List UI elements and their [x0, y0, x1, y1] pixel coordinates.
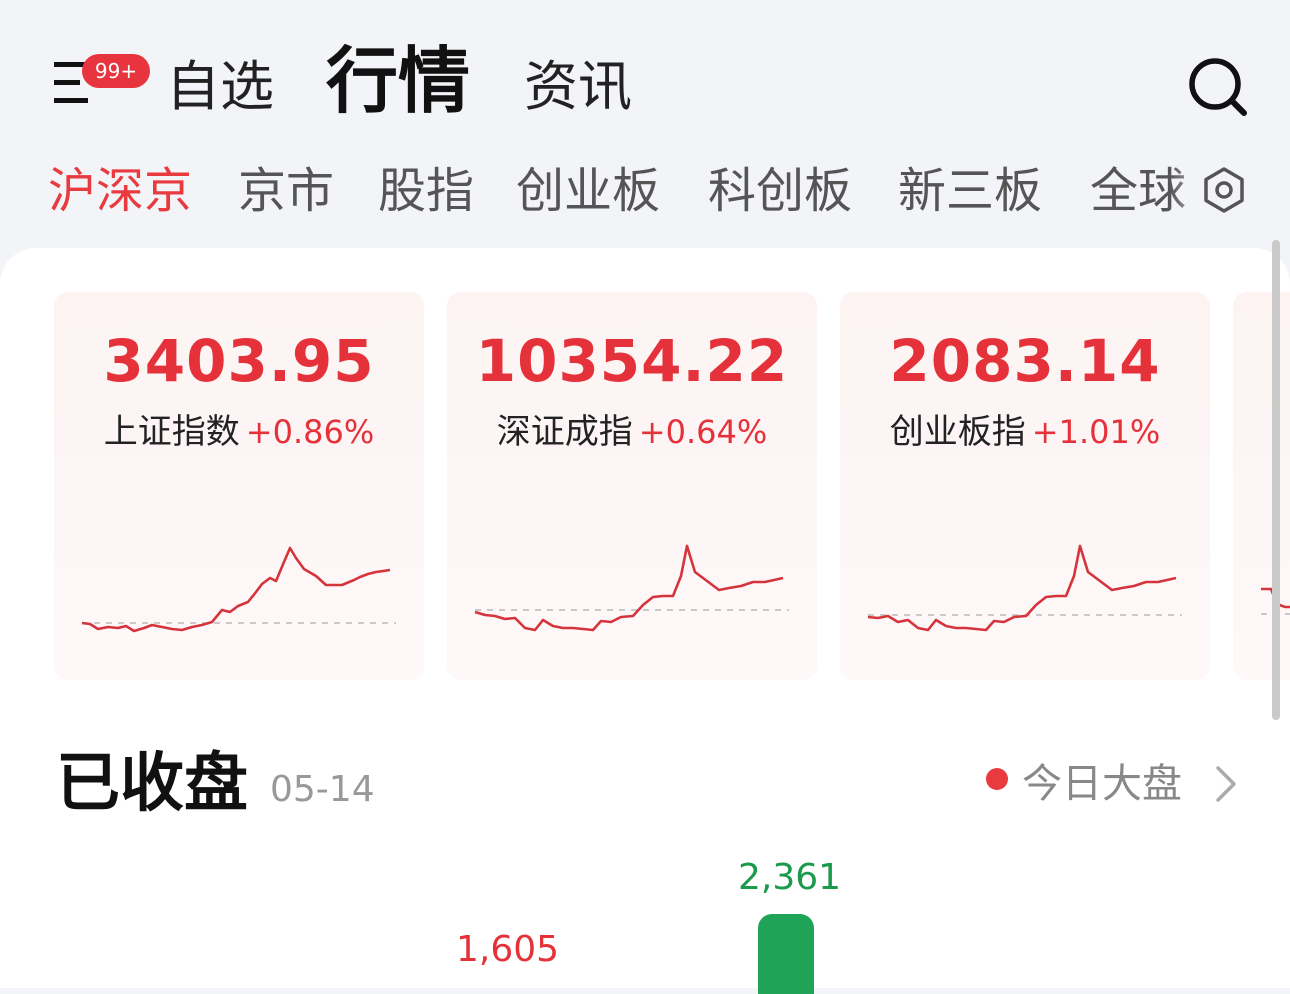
scrollbar[interactable] [1272, 240, 1280, 720]
market-status-date: 05-14 [270, 769, 375, 810]
tab-watchlist[interactable]: 自选 [166, 52, 274, 122]
tab-news[interactable]: 资讯 [524, 52, 632, 122]
decliners-bar [758, 914, 814, 994]
subtab-jingshi[interactable]: 京市 [238, 160, 334, 222]
live-dot-icon [986, 768, 1008, 790]
subtab-kechuangban[interactable]: 科创板 [708, 160, 852, 222]
chevron-right-icon[interactable] [1212, 764, 1240, 804]
index-card-chinext[interactable]: 2083.14 创业板指 +1.01% [840, 292, 1210, 680]
subtab-guzhi[interactable]: 股指 [378, 160, 474, 222]
index-sparkline [474, 544, 789, 632]
index-sparkline [867, 544, 1182, 632]
tab-market[interactable]: 行情 [326, 36, 470, 126]
notification-badge: 99+ [82, 54, 150, 88]
subtab-xinsanban[interactable]: 新三板 [898, 160, 1042, 222]
subtab-chuangyeban[interactable]: 创业板 [516, 160, 660, 222]
index-card-shenzhen[interactable]: 10354.22 深证成指 +0.64% [447, 292, 817, 680]
index-card-partial[interactable] [1233, 292, 1290, 680]
today-market-link[interactable]: 今日大盘 [1022, 758, 1182, 810]
settings-icon[interactable] [1200, 166, 1248, 214]
index-sparkline [1261, 587, 1290, 615]
decliners-count: 2,361 [738, 857, 842, 898]
market-status-title: 已收盘 [56, 747, 248, 821]
advancers-count: 1,605 [456, 929, 560, 970]
search-icon[interactable] [1186, 55, 1250, 119]
index-sparkline [81, 546, 396, 633]
subtab-hushenjing[interactable]: 沪深京 [48, 160, 192, 222]
index-card-shanghai[interactable]: 3403.95 上证指数 +0.86% [54, 292, 424, 680]
